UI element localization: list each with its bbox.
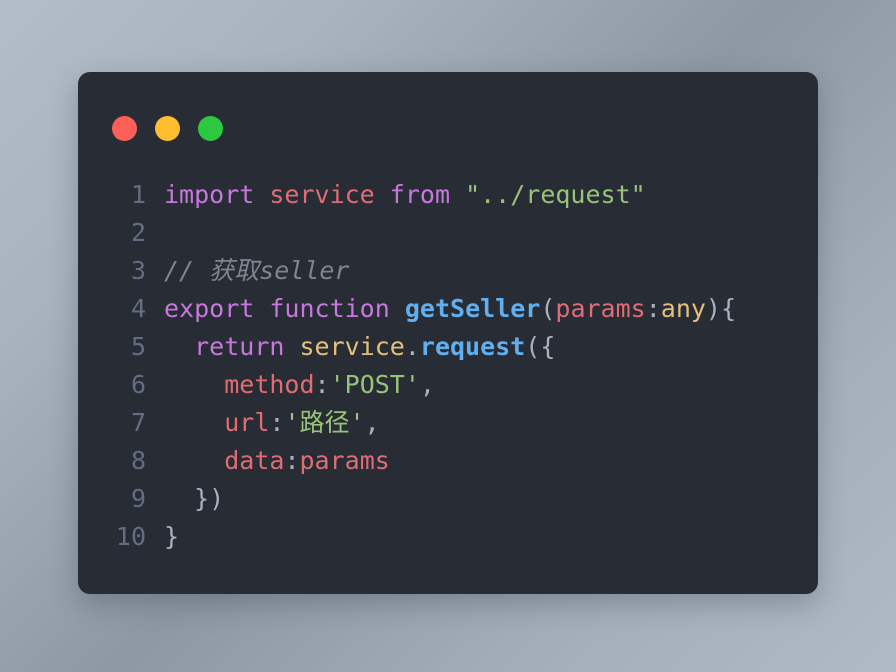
code-token-variable: params [299,446,390,475]
code-token-keyword: import [164,180,255,209]
code-line[interactable]: 4 export function getSeller(params:any){ [78,290,818,328]
line-number: 3 [130,256,146,285]
code-token-keyword: from [389,180,451,209]
code-line-text: data:params [164,442,818,480]
code-line[interactable]: 3 // 获取seller [78,252,818,290]
code-line[interactable]: 1 import service from "../request" [78,176,818,214]
code-token-punct: , [364,408,380,437]
maximize-window-icon[interactable] [198,116,223,141]
code-token-property: service [299,332,405,361]
code-token-keyword: export [164,294,255,323]
minimize-window-icon[interactable] [155,116,180,141]
code-line-text: url:'路径', [164,404,818,442]
code-line[interactable]: 7 url:'路径', [78,404,818,442]
code-token-variable: data [224,446,285,475]
line-number: 7 [130,408,146,437]
code-token-function: request [419,332,526,361]
code-token-keyword: function [269,294,390,323]
code-line[interactable]: 9 }) [78,480,818,518]
code-line[interactable]: 5 return service.request({ [78,328,818,366]
code-token-variable: url [224,408,270,437]
line-number: 10 [115,522,146,551]
window-traffic-lights [112,116,223,141]
code-token-punct: ){ [705,294,737,323]
line-number: 1 [130,180,146,209]
code-token-variable: params [555,294,646,323]
code-token-type: any [660,294,706,323]
code-token-punct: } [164,522,180,551]
line-number: 9 [130,484,146,513]
code-token-punct: ({ [525,332,556,361]
line-number: 5 [130,332,146,361]
code-token-comment: // 获取seller [164,256,350,285]
code-window-card: 1 import service from "../request" 2 3 // 获取… [78,72,818,594]
close-window-icon[interactable] [112,116,137,141]
code-line[interactable]: 10} [78,518,818,556]
code-token-string: 'POST' [329,370,420,399]
code-token-function: getSeller [404,294,541,323]
code-token-variable: service [269,180,375,209]
code-line-text: }) [164,480,818,518]
code-token-variable: method [224,370,315,399]
code-token-punct: . [404,332,420,361]
code-line-text: return service.request({ [164,328,818,366]
code-token-punct: ( [540,294,556,323]
code-line[interactable]: 8 data:params [78,442,818,480]
code-token-string: '路径' [284,408,365,437]
code-line-text: method:'POST', [164,366,818,404]
code-line-text: import service from "../request" [164,176,818,214]
code-line[interactable]: 2 [78,214,818,252]
code-token-punct: }) [194,484,225,513]
line-number: 6 [130,370,146,399]
code-line-text: } [164,518,818,556]
code-token-string: "../request" [465,180,646,209]
code-token-punct: : [269,408,285,437]
code-token-punct: : [314,370,330,399]
line-number: 8 [130,446,146,475]
code-token-punct: , [419,370,435,399]
code-token-keyword: return [194,332,285,361]
screenshot-stage: 1 import service from "../request" 2 3 // 获取… [0,0,896,672]
code-token-punct: : [284,446,300,475]
code-line-text: export function getSeller(params:any){ [164,290,818,328]
code-token-punct: : [645,294,661,323]
line-number: 4 [130,294,146,323]
code-editor-body[interactable]: 1 import service from "../request" 2 3 // 获取… [78,176,818,556]
code-line-text: // 获取seller [164,252,818,290]
code-line[interactable]: 6 method:'POST', [78,366,818,404]
line-number: 2 [130,218,146,247]
